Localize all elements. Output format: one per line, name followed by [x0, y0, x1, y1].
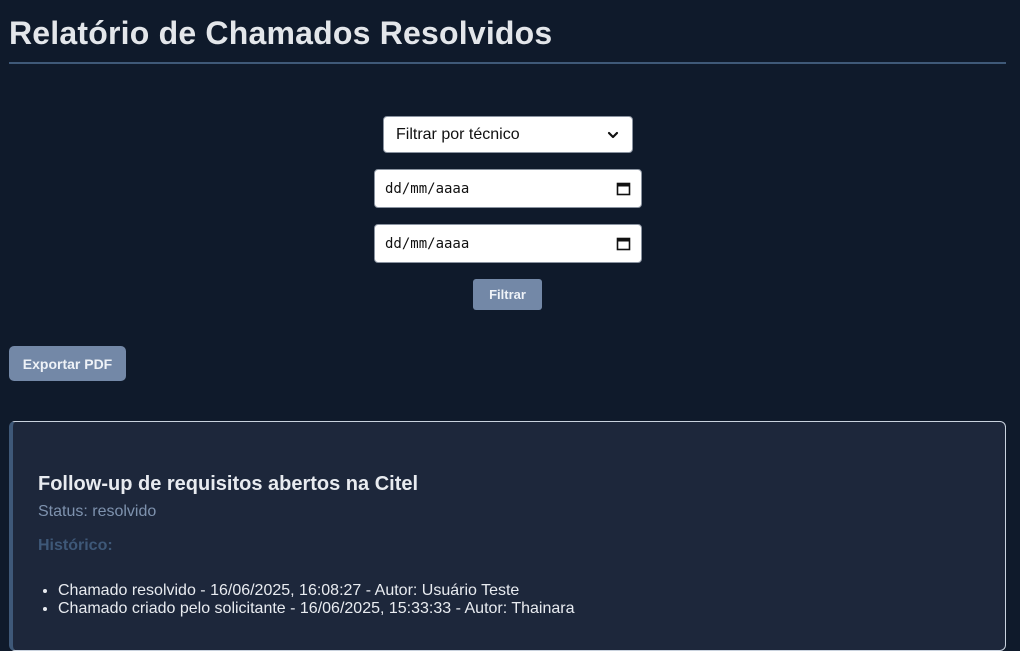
chevron-down-icon: [606, 128, 620, 142]
page-title: Relatório de Chamados Resolvidos: [9, 15, 553, 51]
history-item: Chamado resolvido - 16/06/2025, 16:08:27…: [58, 582, 574, 600]
end-date-input[interactable]: dd/mm/aaaa: [374, 224, 642, 263]
export-pdf-button[interactable]: Exportar PDF: [9, 346, 126, 381]
start-date-value: dd/mm/aaaa: [385, 180, 470, 197]
calendar-icon[interactable]: [616, 236, 631, 251]
calendar-icon[interactable]: [616, 181, 631, 196]
technician-select[interactable]: Filtrar por técnico: [383, 116, 633, 153]
start-date-input[interactable]: dd/mm/aaaa: [374, 169, 642, 208]
history-item: Chamado criado pelo solicitante - 16/06/…: [58, 600, 574, 618]
title-divider: [9, 62, 1006, 64]
technician-select-value: Filtrar por técnico: [396, 125, 520, 143]
history-heading: Histórico:: [38, 537, 113, 554]
history-list: Chamado resolvido - 16/06/2025, 16:08:27…: [38, 582, 574, 618]
end-date-value: dd/mm/aaaa: [385, 235, 470, 252]
ticket-title: Follow-up de requisitos abertos na Citel: [38, 473, 419, 495]
ticket-card: Follow-up de requisitos abertos na Citel…: [9, 421, 1006, 651]
filter-button[interactable]: Filtrar: [473, 279, 542, 310]
ticket-status: Status: resolvido: [38, 503, 157, 520]
